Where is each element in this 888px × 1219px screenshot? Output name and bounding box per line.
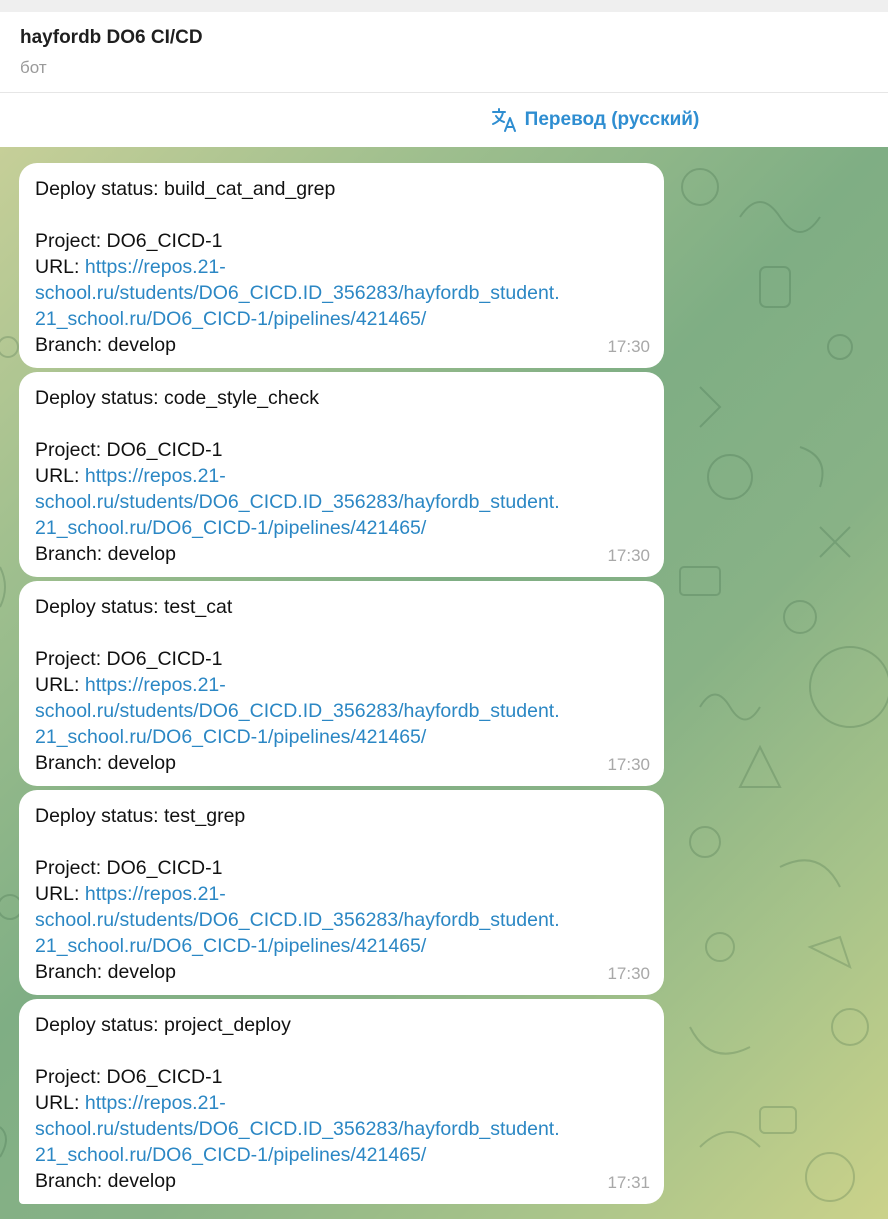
chat-area[interactable]: Deploy status: build_cat_and_grep Projec… (0, 147, 888, 1219)
url-prefix: URL: (35, 883, 85, 905)
pipeline-link[interactable]: https://repos.21- (85, 1092, 226, 1114)
pipeline-link[interactable]: https://repos.21- (85, 674, 226, 696)
pipeline-link[interactable]: school.ru/students/DO6_CICD.ID_356283/ha… (35, 909, 560, 931)
message-bubble[interactable]: Deploy status: project_deploy Project: D… (19, 999, 664, 1204)
deploy-status-text: Deploy status: test_grep (35, 805, 246, 827)
pipeline-link[interactable]: school.ru/students/DO6_CICD.ID_356283/ha… (35, 700, 560, 722)
deploy-status-text: Deploy status: project_deploy (35, 1014, 291, 1036)
pipeline-link[interactable]: 21_school.ru/DO6_CICD-1/pipelines/421465… (35, 935, 426, 957)
pipeline-link[interactable]: 21_school.ru/DO6_CICD-1/pipelines/421465… (35, 1144, 426, 1166)
url-prefix: URL: (35, 1092, 85, 1114)
chat-header[interactable]: hayfordb DO6 CI/CD бот (0, 12, 888, 93)
message-time: 17:30 (607, 546, 650, 565)
project-text: Project: DO6_CICD-1 (35, 857, 223, 879)
message-bubble[interactable]: Deploy status: code_style_check Project:… (19, 372, 664, 577)
pipeline-link[interactable]: https://repos.21- (85, 465, 226, 487)
url-prefix: URL: (35, 256, 85, 278)
url-prefix: URL: (35, 465, 85, 487)
message-time: 17:31 (607, 1173, 650, 1192)
message-bubble[interactable]: Deploy status: build_cat_and_grep Projec… (19, 163, 664, 368)
message-list: Deploy status: build_cat_and_grep Projec… (19, 163, 664, 1208)
pipeline-link[interactable]: school.ru/students/DO6_CICD.ID_356283/ha… (35, 1118, 560, 1140)
message-bubble[interactable]: Deploy status: test_grep Project: DO6_CI… (19, 790, 664, 995)
deploy-status-text: Deploy status: test_cat (35, 596, 233, 618)
deploy-status-text: Deploy status: build_cat_and_grep (35, 178, 336, 200)
pipeline-link[interactable]: 21_school.ru/DO6_CICD-1/pipelines/421465… (35, 308, 426, 330)
pipeline-link[interactable]: 21_school.ru/DO6_CICD-1/pipelines/421465… (35, 517, 426, 539)
translate-label: Перевод (русский) (524, 109, 700, 130)
pipeline-link[interactable]: school.ru/students/DO6_CICD.ID_356283/ha… (35, 491, 560, 513)
pipeline-link[interactable]: 21_school.ru/DO6_CICD-1/pipelines/421465… (35, 726, 426, 748)
project-text: Project: DO6_CICD-1 (35, 648, 223, 670)
branch-text: Branch: develop (35, 1170, 176, 1192)
branch-text: Branch: develop (35, 752, 176, 774)
project-text: Project: DO6_CICD-1 (35, 439, 223, 461)
url-prefix: URL: (35, 674, 85, 696)
branch-text: Branch: develop (35, 334, 176, 356)
translate-icon (491, 108, 516, 132)
message-time: 17:30 (607, 337, 650, 356)
deploy-status-text: Deploy status: code_style_check (35, 387, 319, 409)
chat-title: hayfordb DO6 CI/CD (20, 27, 203, 48)
branch-text: Branch: develop (35, 961, 176, 983)
translate-bar: Перевод (русский) (0, 93, 888, 147)
chat-subtitle: бот (20, 58, 47, 77)
message-time: 17:30 (607, 755, 650, 774)
pipeline-link[interactable]: https://repos.21- (85, 256, 226, 278)
project-text: Project: DO6_CICD-1 (35, 230, 223, 252)
message-time: 17:30 (607, 964, 650, 983)
message-bubble[interactable]: Deploy status: test_cat Project: DO6_CIC… (19, 581, 664, 786)
project-text: Project: DO6_CICD-1 (35, 1066, 223, 1088)
pipeline-link[interactable]: school.ru/students/DO6_CICD.ID_356283/ha… (35, 282, 560, 304)
translate-button[interactable]: Перевод (русский) (491, 107, 700, 133)
window-top-strip (0, 0, 888, 12)
pipeline-link[interactable]: https://repos.21- (85, 883, 226, 905)
branch-text: Branch: develop (35, 543, 176, 565)
